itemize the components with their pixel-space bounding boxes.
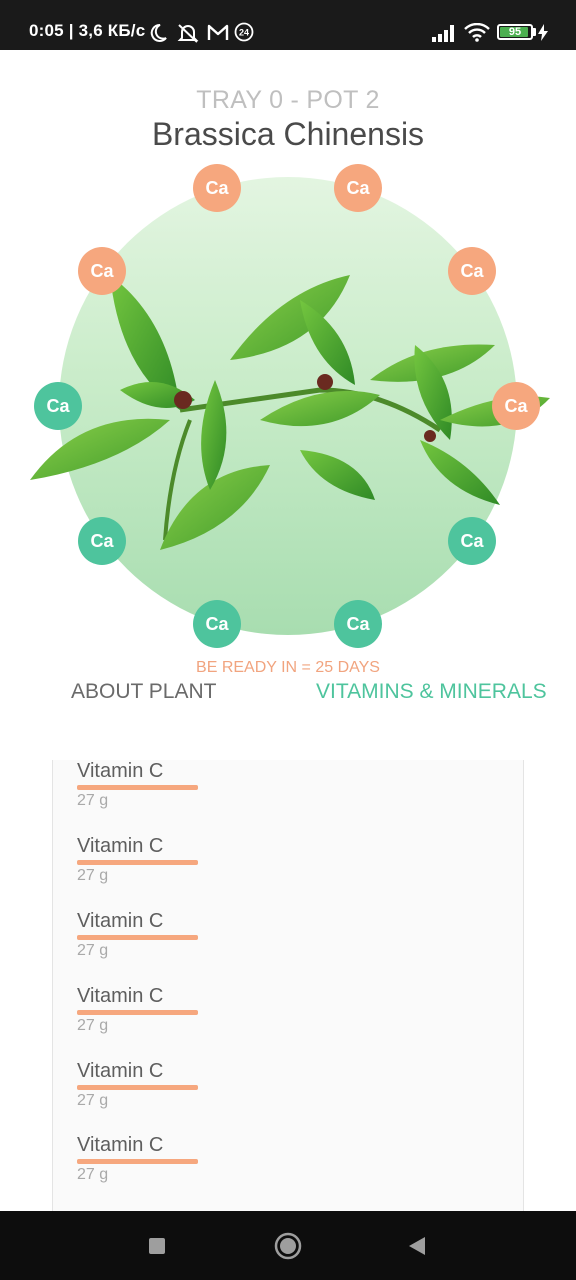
tab-about-plant[interactable]: ABOUT PLANT — [71, 680, 216, 704]
vitamin-bar — [77, 1010, 198, 1015]
battery-level: 95 — [508, 26, 522, 38]
vitamin-name: Vitamin C — [77, 985, 164, 1007]
nutrient-badge[interactable]: Ca — [34, 382, 82, 430]
status-bar: 0:05 | 3,6 КБ/с 24 95 — [0, 0, 576, 50]
wifi-icon — [464, 23, 490, 42]
svg-text:24: 24 — [239, 28, 249, 38]
vitamin-bar-fill — [77, 785, 198, 790]
tray-pot-label: TRAY 0 - POT 2 — [196, 86, 380, 114]
vitamin-bar-fill — [77, 860, 198, 865]
vitamin-name: Vitamin C — [77, 760, 164, 782]
moon-icon — [150, 23, 167, 42]
nutrient-badge[interactable]: Ca — [448, 247, 496, 295]
vitamin-amount: 27 g — [77, 1017, 109, 1034]
battery-tip — [533, 28, 536, 36]
signal-icon — [432, 25, 454, 42]
vitamin-amount: 27 g — [77, 942, 109, 959]
nutrient-badge[interactable]: Ca — [78, 247, 126, 295]
home-icon[interactable] — [274, 1232, 302, 1260]
vitamin-name: Vitamin C — [77, 835, 164, 857]
vitamin-bar — [77, 860, 198, 865]
ready-countdown: BE READY IN = 25 DAYS — [196, 659, 380, 676]
nutrient-badge[interactable]: Ca — [78, 517, 126, 565]
vitamin-name: Vitamin C — [77, 1134, 164, 1156]
vitamin-name: Vitamin C — [77, 910, 164, 932]
nutrient-badge[interactable]: Ca — [334, 600, 382, 648]
nutrient-badge[interactable]: Ca — [193, 164, 241, 212]
vitamin-amount: 27 g — [77, 1092, 109, 1109]
list-item: Vitamin C 27 g — [77, 835, 277, 895]
nutrient-badge[interactable]: Ca — [492, 382, 540, 430]
back-icon[interactable] — [407, 1235, 427, 1257]
vitamin-name: Vitamin C — [77, 1060, 164, 1082]
vitamin-bar — [77, 785, 198, 790]
vitamin-bar-fill — [77, 1085, 198, 1090]
vitamin-amount: 27 g — [77, 1166, 109, 1183]
vitamin-bar-fill — [77, 1010, 198, 1015]
vitamin-bar-fill — [77, 1159, 198, 1164]
vitamin-bar — [77, 1159, 198, 1164]
battery-icon: 95 — [497, 24, 533, 40]
tab-vitamins-minerals[interactable]: VITAMINS & MINERALS — [316, 680, 547, 704]
vitamin-amount: 27 g — [77, 792, 109, 809]
notification-24-icon: 24 — [234, 22, 254, 42]
nutrient-badge[interactable]: Ca — [448, 517, 496, 565]
nutrient-badge[interactable]: Ca — [193, 600, 241, 648]
recent-apps-icon[interactable] — [148, 1237, 166, 1255]
nutrient-badge[interactable]: Ca — [334, 164, 382, 212]
vitamin-bar — [77, 1085, 198, 1090]
gmail-icon — [207, 24, 229, 40]
vitamin-amount: 27 g — [77, 867, 109, 884]
list-item: Vitamin C 27 g — [77, 760, 277, 820]
list-item: Vitamin C 27 g — [77, 985, 277, 1045]
plant-name-title: Brassica Chinensis — [151, 116, 425, 152]
alarm-off-icon — [177, 24, 199, 43]
status-time: 0:05 | 3,6 КБ/с — [29, 21, 146, 40]
vitamins-list[interactable]: Vitamin C 27 g Vitamin C 27 g Vitamin C … — [52, 760, 524, 1212]
list-item: Vitamin C 27 g — [77, 1060, 277, 1120]
vitamin-bar — [77, 935, 198, 940]
list-item: Vitamin C 27 g — [77, 910, 277, 970]
navigation-bar — [0, 1211, 576, 1280]
vitamin-bar-fill — [77, 935, 198, 940]
charging-icon — [538, 24, 548, 41]
list-item: Vitamin C 27 g — [77, 1134, 277, 1194]
